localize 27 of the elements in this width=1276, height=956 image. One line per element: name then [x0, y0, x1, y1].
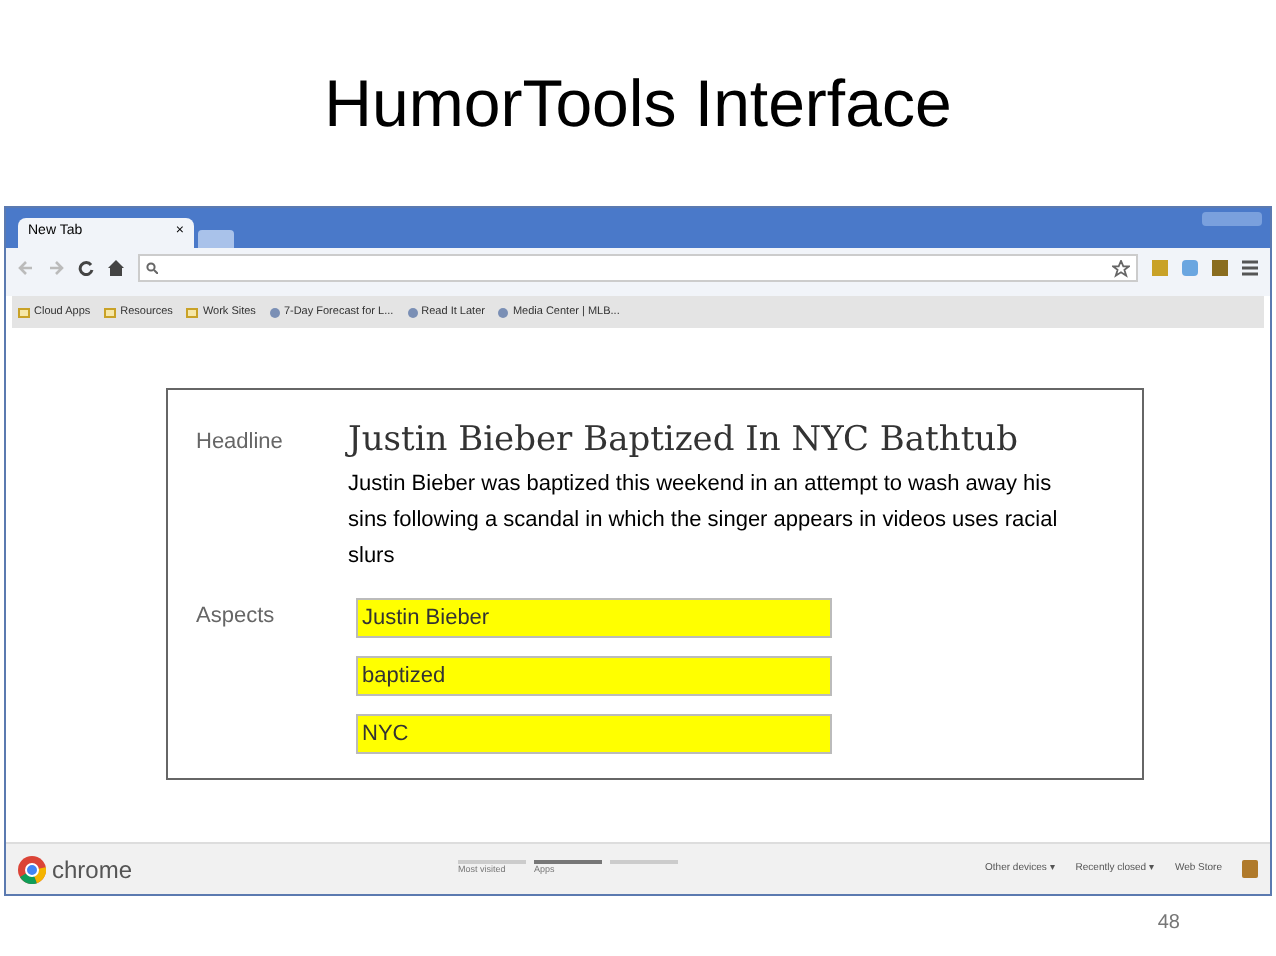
- folder-icon: [186, 307, 199, 317]
- new-tab-button[interactable]: [198, 230, 234, 248]
- brand-name: chrome: [52, 853, 133, 887]
- aspect-field[interactable]: NYC: [356, 714, 832, 754]
- page-icon: [269, 307, 280, 317]
- summary-text: Justin Bieber was baptized this weekend in an attempt to wash away his sins following a scandal in which the singer appears in videos uses racial slurs: [348, 470, 1060, 572]
- menu-icon[interactable]: [1242, 260, 1258, 276]
- reload-icon[interactable]: [78, 260, 94, 276]
- field-label: Headline: [196, 428, 285, 458]
- aspect-field[interactable]: Justin Bieber: [356, 598, 832, 638]
- page-icon: [407, 307, 418, 317]
- page-icon: [498, 307, 509, 317]
- back-icon[interactable]: [18, 260, 34, 276]
- headline: Justin Bieber Baptized In NYC Bathtub: [348, 418, 1021, 464]
- folder-icon: [18, 307, 30, 317]
- web-store-icon[interactable]: [1242, 860, 1258, 878]
- search-icon: [146, 262, 158, 274]
- page-number: 48: [1157, 910, 1180, 938]
- slide-title: HumorTools Interface: [324, 63, 952, 144]
- window-controls[interactable]: [1202, 212, 1262, 226]
- star-icon[interactable]: [1112, 259, 1130, 277]
- aspect-field[interactable]: baptized: [356, 656, 832, 696]
- home-icon[interactable]: [108, 260, 124, 276]
- field-label: Aspects: [196, 602, 277, 632]
- chrome-logo-icon: [18, 855, 46, 883]
- forward-icon[interactable]: [48, 260, 64, 276]
- folder-icon: [104, 307, 117, 317]
